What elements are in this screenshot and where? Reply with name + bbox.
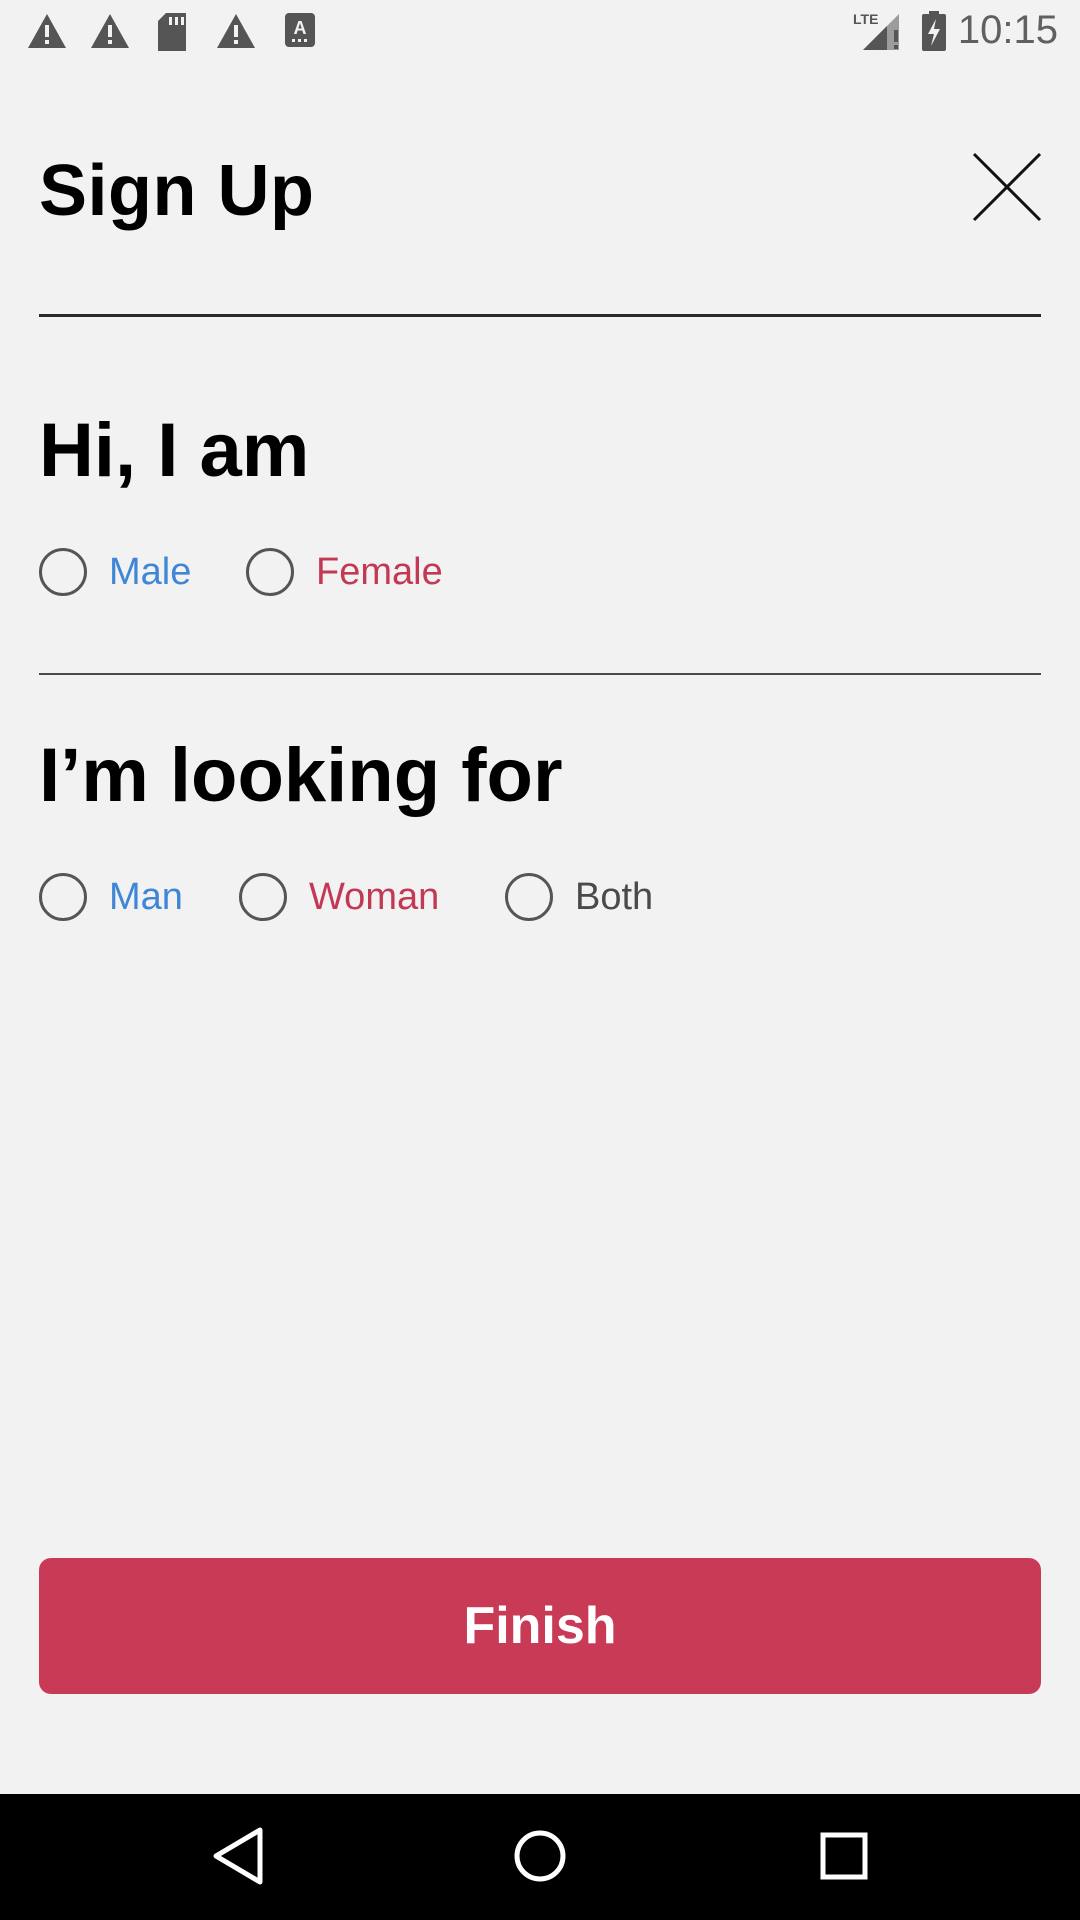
radio-man[interactable]: Man (39, 873, 183, 921)
nav-bar (0, 1794, 1080, 1920)
radio-both[interactable]: Both (505, 873, 653, 921)
radio-circle[interactable] (39, 873, 87, 921)
network-label: LTE (853, 11, 878, 27)
signal-lte-icon: LTE (853, 11, 899, 50)
radio-male[interactable]: Male (39, 548, 191, 596)
status-time: 10:15 (957, 8, 1058, 52)
header-divider (39, 314, 1041, 317)
radio-circle[interactable] (246, 548, 294, 596)
text-notification-icon: A (285, 13, 315, 47)
recents-icon[interactable] (816, 1824, 872, 1888)
status-bar: A LTE 10:15 (0, 0, 1080, 64)
section-divider (39, 673, 1041, 675)
radio-label-both: Both (575, 875, 654, 918)
looking-for-section-title: I’m looking for (39, 733, 563, 818)
sd-card-icon (158, 13, 186, 51)
warning-icon (217, 14, 255, 48)
radio-circle[interactable] (505, 873, 553, 921)
looking-for-options: Man Woman Both (39, 873, 1041, 933)
close-button[interactable] (972, 152, 1042, 222)
radio-female[interactable]: Female (246, 548, 443, 596)
radio-label-female: Female (316, 550, 443, 593)
battery-charging-icon (922, 11, 946, 51)
close-icon[interactable] (972, 152, 1042, 222)
finish-button[interactable]: Finish (39, 1558, 1041, 1694)
radio-woman[interactable]: Woman (239, 873, 439, 921)
page-title: Sign Up (39, 151, 315, 231)
gender-options: Male Female (39, 548, 1041, 608)
radio-label-woman: Woman (309, 875, 440, 918)
gender-section-title: Hi, I am (39, 408, 310, 493)
svg-text:A: A (294, 18, 307, 38)
back-icon[interactable] (210, 1824, 266, 1888)
radio-label-man: Man (109, 875, 183, 918)
radio-circle[interactable] (39, 548, 87, 596)
warning-icon (28, 14, 66, 48)
radio-circle[interactable] (239, 873, 287, 921)
radio-label-male: Male (109, 550, 192, 593)
warning-icon (91, 14, 129, 48)
home-icon[interactable] (512, 1824, 568, 1888)
